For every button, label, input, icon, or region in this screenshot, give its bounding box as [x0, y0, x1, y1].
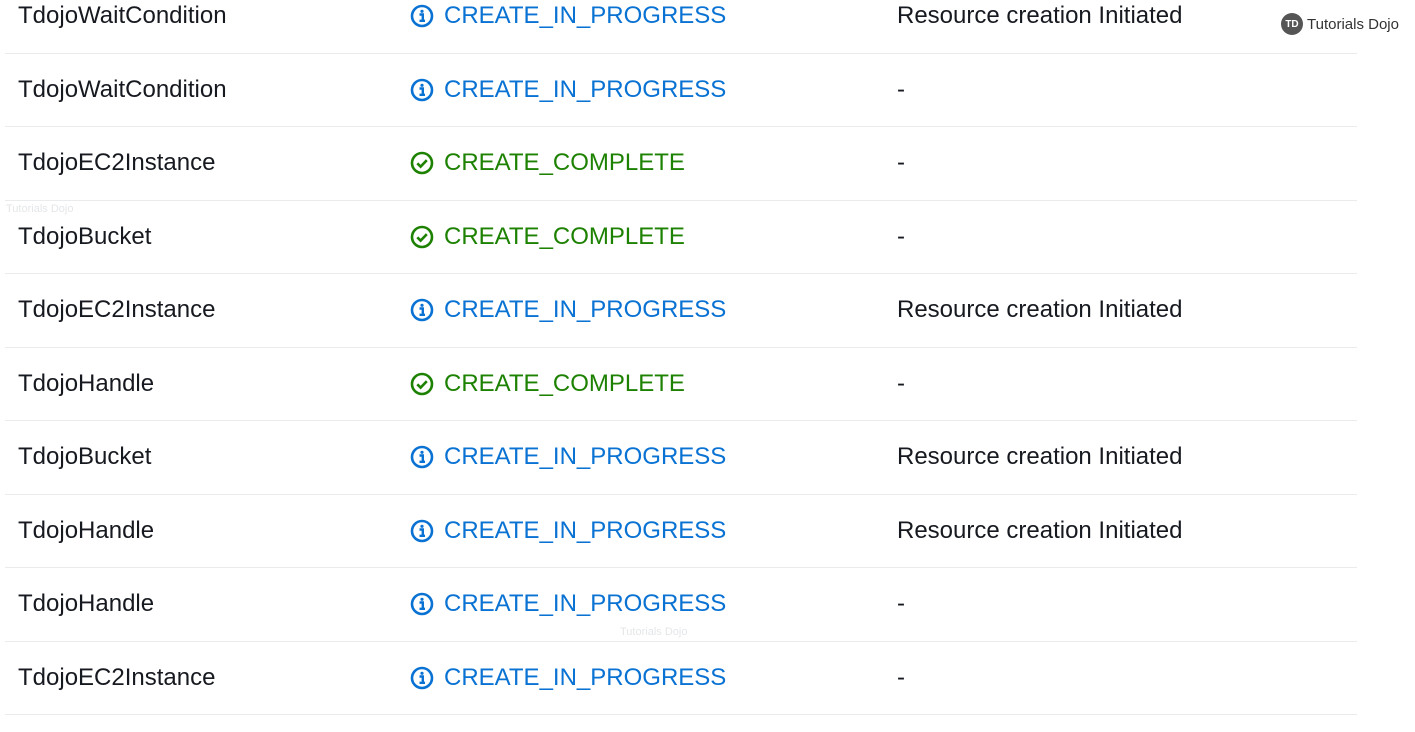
status-text: CREATE_IN_PROGRESS — [444, 516, 727, 544]
table-row: TdojoEC2Instance CREATE_IN_PROGRESS - — [5, 642, 1357, 715]
status-reason-cell: Resource creation Initiated — [897, 296, 1183, 323]
info-circle-icon — [410, 4, 434, 28]
events-table: TdojoWaitCondition CREATE_IN_PROGRESS Re… — [5, 0, 1357, 715]
logical-id-cell: TdojoEC2Instance — [18, 663, 216, 691]
status-cell: CREATE_IN_PROGRESS — [410, 0, 726, 52]
tutorials-dojo-logo: TD Tutorials Dojo — [1281, 13, 1399, 35]
logical-id-cell: TdojoWaitCondition — [18, 75, 227, 103]
status-cell: CREATE_COMPLETE — [410, 348, 685, 420]
info-circle-icon — [410, 592, 434, 616]
info-circle-icon — [410, 445, 434, 469]
status-reason-cell: - — [897, 369, 905, 397]
status-text: CREATE_COMPLETE — [444, 369, 685, 397]
status-reason-cell: - — [897, 75, 905, 103]
status-reason-cell: Resource creation Initiated — [897, 516, 1183, 544]
table-row: TdojoBucket CREATE_COMPLETE - — [5, 201, 1357, 274]
table-row: TdojoEC2Instance CREATE_IN_PROGRESS Reso… — [5, 274, 1357, 348]
check-circle-icon — [410, 225, 434, 249]
logical-id-cell: TdojoHandle — [18, 516, 155, 544]
watermark-text: Tutorials Dojo — [620, 626, 688, 638]
info-circle-icon — [410, 666, 434, 690]
status-reason-cell: - — [897, 663, 905, 691]
info-circle-icon — [410, 519, 434, 543]
logical-id-cell: TdojoWaitCondition — [18, 2, 227, 29]
status-text: CREATE_IN_PROGRESS — [444, 75, 727, 103]
check-circle-icon — [410, 372, 434, 396]
logical-id-cell: TdojoEC2Instance — [18, 296, 216, 323]
table-row: TdojoHandle CREATE_COMPLETE - — [5, 348, 1357, 421]
table-row: TdojoBucket CREATE_IN_PROGRESS Resource … — [5, 421, 1357, 495]
status-reason-cell: Resource creation Initiated — [897, 443, 1183, 470]
status-reason-cell: Resource creation Initiated — [897, 2, 1183, 29]
status-cell: CREATE_IN_PROGRESS — [410, 421, 726, 493]
status-reason-cell: - — [897, 590, 905, 617]
status-text: CREATE_COMPLETE — [444, 222, 685, 250]
logical-id-cell: TdojoHandle — [18, 590, 155, 617]
logical-id-cell: TdojoEC2Instance — [18, 149, 216, 176]
status-text: CREATE_IN_PROGRESS — [444, 443, 727, 470]
status-text: CREATE_IN_PROGRESS — [444, 296, 727, 323]
status-reason-cell: - — [897, 149, 905, 176]
td-logo-icon: TD — [1281, 13, 1303, 35]
status-text: CREATE_IN_PROGRESS — [444, 590, 727, 617]
status-cell: CREATE_IN_PROGRESS — [410, 495, 726, 567]
table-row: TdojoEC2Instance CREATE_COMPLETE - — [5, 127, 1357, 201]
table-row: TdojoWaitCondition CREATE_IN_PROGRESS - — [5, 54, 1357, 127]
check-circle-icon — [410, 151, 434, 175]
info-circle-icon — [410, 298, 434, 322]
status-text: CREATE_IN_PROGRESS — [444, 663, 727, 691]
logo-text: Tutorials Dojo — [1307, 15, 1399, 33]
status-cell: CREATE_COMPLETE — [410, 127, 685, 199]
table-row: TdojoHandle CREATE_IN_PROGRESS Resource … — [5, 495, 1357, 568]
info-circle-icon — [410, 78, 434, 102]
logical-id-cell: TdojoHandle — [18, 369, 155, 397]
status-cell: CREATE_COMPLETE — [410, 201, 685, 273]
status-reason-cell: - — [897, 222, 905, 250]
status-cell: CREATE_IN_PROGRESS — [410, 274, 726, 346]
logical-id-cell: TdojoBucket — [18, 443, 152, 470]
watermark-text: Tutorials Dojo — [6, 203, 74, 215]
table-row: TdojoWaitCondition CREATE_IN_PROGRESS Re… — [5, 0, 1357, 54]
status-text: CREATE_COMPLETE — [444, 149, 685, 176]
status-cell: CREATE_IN_PROGRESS — [410, 642, 726, 714]
status-cell: CREATE_IN_PROGRESS — [410, 54, 726, 126]
status-text: CREATE_IN_PROGRESS — [444, 2, 727, 29]
